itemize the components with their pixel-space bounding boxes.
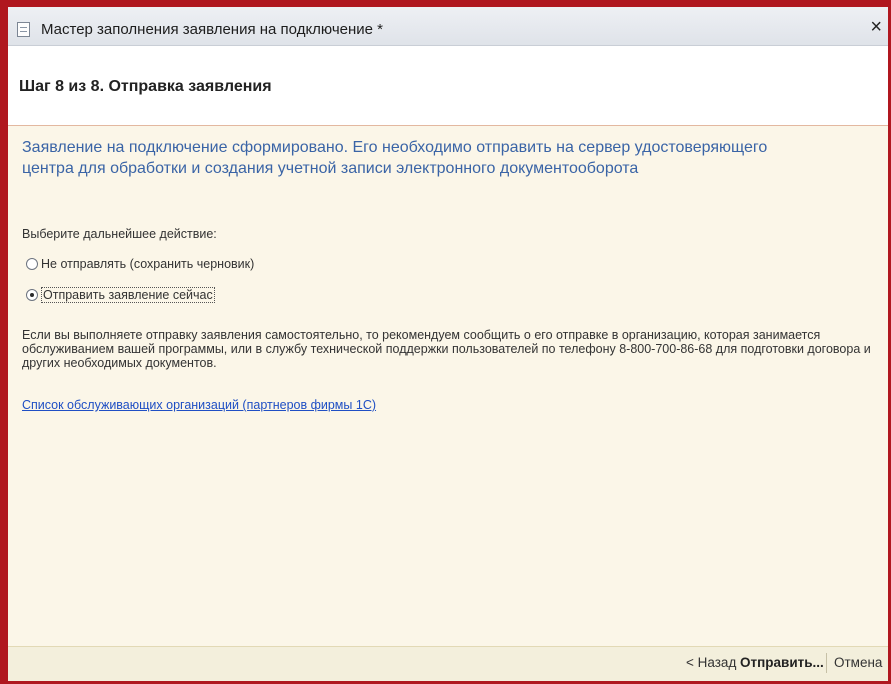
window-title: Мастер заполнения заявления на подключен… [41,21,384,38]
radio-save-draft[interactable]: Не отправлять (сохранить черновик) [26,257,254,271]
button-divider [826,653,827,673]
headline-text: Заявление на подключение сформировано. Е… [22,139,768,177]
document-icon [17,22,30,37]
cancel-button[interactable]: Отмена [834,655,882,670]
send-button[interactable]: Отправить... [740,655,824,670]
radio-send-now[interactable]: Отправить заявление сейчас [26,287,215,303]
title-bar[interactable]: Мастер заполнения заявления на подключен… [8,7,888,46]
step-title: Шаг 8 из 8. Отправка заявления [19,78,272,95]
radio-label-save-draft: Не отправлять (сохранить черновик) [41,257,255,271]
radio-label-send-now: Отправить заявление сейчас [41,287,215,303]
info-text: Если вы выполняете отправку заявления са… [22,328,871,370]
radio-checked-icon[interactable] [26,289,38,301]
partners-link[interactable]: Список обслуживающих организаций (партне… [22,398,376,412]
radio-unchecked-icon[interactable] [26,258,38,270]
close-icon[interactable]: × [870,17,882,37]
step-header: Шаг 8 из 8. Отправка заявления [8,46,888,126]
footer-bar: < Назад Отправить... Отмена [8,646,888,681]
back-button[interactable]: < Назад [686,655,736,670]
action-prompt: Выберите дальнейшее действие: [22,227,217,241]
content-area: Заявление на подключение сформировано. Е… [8,126,888,646]
